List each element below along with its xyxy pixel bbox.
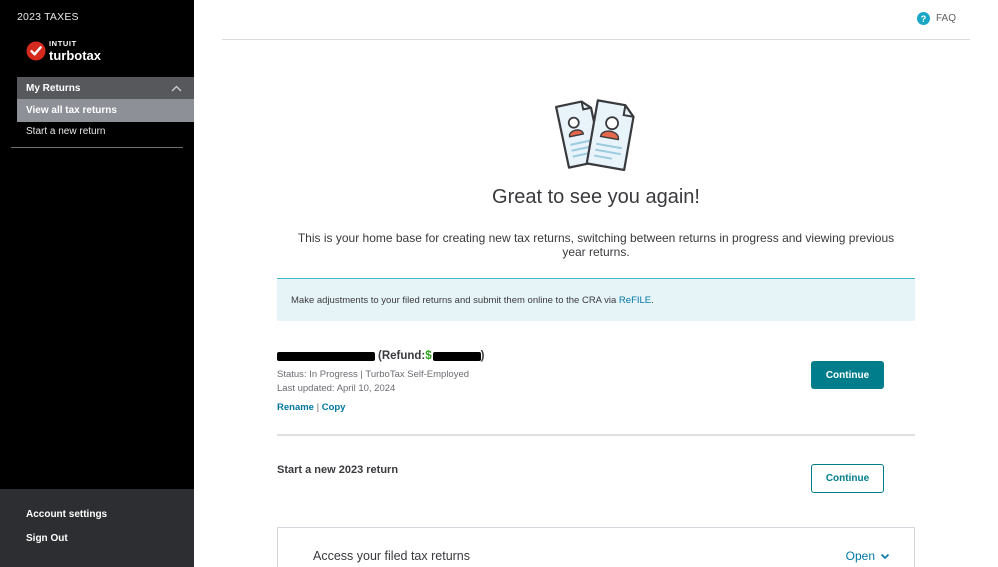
redacted-refund-amount: [432, 351, 481, 361]
redacted-return-name: [277, 351, 375, 361]
filed-returns-title: Access your filed tax returns: [313, 549, 471, 563]
chevron-down-icon: [880, 553, 890, 559]
refund-label: (Refund:: [378, 350, 426, 362]
copy-link[interactable]: Copy: [322, 402, 346, 413]
refund-close: ): [480, 350, 485, 362]
help-icon: ?: [916, 12, 930, 25]
my-returns-toggle[interactable]: My Returns: [17, 77, 194, 99]
intuit-wordmark: INTUIT: [49, 39, 77, 48]
open-filed-returns-toggle[interactable]: Open: [846, 549, 890, 563]
banner-text: Make adjustments to your filed returns a…: [291, 294, 654, 306]
sidebar-item-view-all-returns[interactable]: View all tax returns: [17, 99, 194, 122]
sidebar-divider: [11, 147, 183, 148]
section-divider: [277, 434, 915, 436]
intro-text: This is your home base for creating new …: [297, 231, 895, 259]
continue-new-return-button[interactable]: Continue: [811, 464, 884, 493]
refile-banner: Make adjustments to your filed returns a…: [277, 278, 915, 321]
tax-year-label: 2023 TAXES: [17, 11, 79, 23]
documents-illustration-icon: [555, 99, 635, 171]
turbotax-logo[interactable]: INTUIT turbotax: [26, 40, 101, 62]
chevron-up-icon: [171, 85, 182, 91]
sidebar: 2023 TAXES INTUIT turbotax My Returns Vi…: [0, 0, 194, 567]
sidebar-item-start-new-return[interactable]: Start a new return: [26, 126, 105, 137]
refile-link[interactable]: ReFILE: [619, 295, 651, 306]
checkmark-logo-icon: [26, 41, 46, 61]
start-new-return-label: Start a new 2023 return: [277, 464, 399, 476]
sidebar-footer: Account settings Sign Out: [0, 489, 194, 567]
open-label: Open: [845, 549, 875, 563]
my-returns-nav-group: My Returns View all tax returns: [17, 77, 194, 122]
sign-out-link[interactable]: Sign Out: [26, 533, 68, 544]
turbotax-wordmark: turbotax: [49, 47, 101, 63]
filed-returns-accordion: Access your filed tax returns Open: [277, 527, 915, 567]
faq-link[interactable]: ? FAQ: [916, 12, 956, 25]
refund-currency: $: [425, 350, 432, 362]
page-title: Great to see you again!: [492, 186, 700, 208]
header-divider: [222, 39, 970, 40]
faq-label: FAQ: [935, 13, 956, 24]
action-separator: |: [316, 402, 320, 413]
return-actions: Rename | Copy: [277, 402, 915, 413]
my-returns-label: My Returns: [26, 82, 81, 94]
rename-link[interactable]: Rename: [277, 402, 314, 413]
account-settings-link[interactable]: Account settings: [26, 509, 107, 520]
continue-return-button[interactable]: Continue: [811, 361, 884, 389]
